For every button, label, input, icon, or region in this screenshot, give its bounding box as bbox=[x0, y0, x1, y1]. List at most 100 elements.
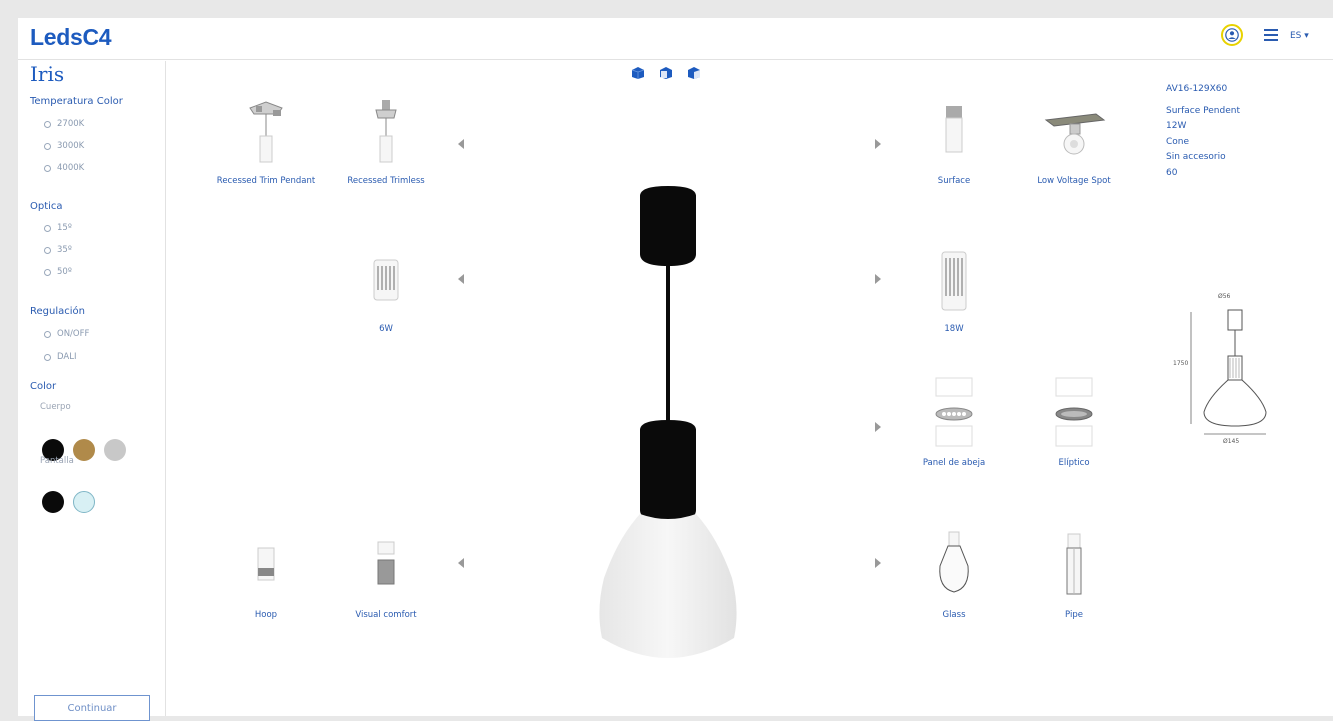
eliptico-image bbox=[1024, 374, 1124, 456]
panel-de-abeja-image bbox=[904, 374, 1004, 456]
header: LedsC4 ES ▾ bbox=[18, 18, 1333, 60]
option-label: 35º bbox=[57, 245, 72, 255]
radio-icon bbox=[44, 224, 51, 232]
user-icon[interactable] bbox=[1221, 24, 1243, 46]
low-voltage-spot-image bbox=[1024, 92, 1124, 174]
next-power-arrow[interactable] bbox=[875, 274, 881, 284]
option-low-voltage-spot[interactable]: Low Voltage Spot bbox=[1024, 92, 1124, 187]
option-surface[interactable]: Surface bbox=[904, 92, 1004, 187]
option-label: Low Voltage Spot bbox=[1037, 176, 1111, 186]
option-visual-comfort[interactable]: Visual comfort bbox=[336, 526, 436, 621]
radio-2700k[interactable]: 2700K bbox=[44, 119, 84, 129]
option-label: 4000K bbox=[57, 163, 85, 173]
option-label: 18W bbox=[944, 324, 964, 334]
option-label: ON/OFF bbox=[57, 329, 90, 339]
view-3d-icon[interactable] bbox=[630, 66, 646, 80]
spec-type: Surface Pendent bbox=[1166, 106, 1240, 116]
radio-15[interactable]: 15º bbox=[44, 223, 72, 233]
dim-height: 1750 bbox=[1173, 360, 1189, 367]
previous-shade-arrow[interactable] bbox=[458, 558, 464, 568]
option-label: 3000K bbox=[57, 141, 85, 151]
lamp-preview[interactable] bbox=[578, 178, 758, 678]
recessed-trimless-image bbox=[336, 92, 436, 174]
option-label: Glass bbox=[942, 610, 966, 620]
radio-35[interactable]: 35º bbox=[44, 245, 72, 255]
option-label: Recessed Trimless bbox=[347, 176, 425, 186]
option-label: Hoop bbox=[254, 610, 278, 620]
recessed-trim-pendant-image bbox=[216, 92, 316, 174]
radio-icon bbox=[44, 246, 51, 254]
swatch-pantalla-black[interactable] bbox=[42, 491, 64, 513]
option-label: 50º bbox=[57, 267, 72, 277]
option-hoop[interactable]: Hoop bbox=[216, 526, 316, 621]
configurator-window: LedsC4 ES ▾ Iris Temperatura Color 2700K… bbox=[18, 18, 1333, 721]
section-optica: Optica bbox=[30, 201, 63, 212]
radio-icon bbox=[44, 268, 51, 276]
swatch-pantalla-lightblue[interactable] bbox=[73, 491, 95, 513]
spec-code: AV16-129X60 bbox=[1166, 84, 1228, 94]
radio-icon bbox=[44, 142, 51, 150]
brand-logo[interactable]: LedsC4 bbox=[30, 24, 112, 51]
option-label: Panel de abeja bbox=[922, 458, 986, 468]
spec-optic: 60 bbox=[1166, 168, 1178, 178]
dim-bottom: Ø145 bbox=[1223, 438, 1240, 445]
section-temperatura: Temperatura Color bbox=[30, 96, 123, 107]
surface-image bbox=[904, 92, 1004, 174]
pipe-image bbox=[1024, 526, 1124, 608]
product-title: Iris bbox=[30, 62, 65, 86]
radio-4000k[interactable]: 4000K bbox=[44, 163, 84, 173]
glass-image bbox=[904, 526, 1004, 608]
radio-icon bbox=[44, 353, 51, 361]
option-label: 6W bbox=[379, 324, 393, 334]
option-label: DALI bbox=[57, 352, 77, 362]
option-pipe[interactable]: Pipe bbox=[1024, 526, 1124, 621]
next-shade-arrow[interactable] bbox=[875, 558, 881, 568]
next-mount-arrow[interactable] bbox=[875, 139, 881, 149]
option-glass[interactable]: Glass bbox=[904, 526, 1004, 621]
option-label: 15º bbox=[57, 223, 72, 233]
option-panel-de-abeja[interactable]: Panel de abeja bbox=[904, 374, 1004, 469]
radio-icon bbox=[44, 330, 51, 338]
radio-dali[interactable]: DALI bbox=[44, 352, 76, 362]
previous-mount-arrow[interactable] bbox=[458, 139, 464, 149]
spec-accessory: Sin accesorio bbox=[1166, 152, 1226, 162]
option-6w[interactable]: 6W bbox=[336, 240, 436, 335]
swatch-cuerpo-grey[interactable] bbox=[104, 439, 126, 461]
option-label: Surface bbox=[937, 176, 971, 186]
radio-3000k[interactable]: 3000K bbox=[44, 141, 84, 151]
spec-power: 12W bbox=[1166, 121, 1187, 131]
section-regulacion: Regulación bbox=[30, 306, 85, 317]
option-recessed-trim-pendant[interactable]: Recessed Trim Pendant bbox=[216, 92, 316, 187]
radio-icon bbox=[44, 164, 51, 172]
language-selector[interactable]: ES ▾ bbox=[1290, 31, 1309, 41]
option-18w[interactable]: 18W bbox=[904, 240, 1004, 335]
radio-icon bbox=[44, 120, 51, 128]
swatch-cuerpo-gold[interactable] bbox=[73, 439, 95, 461]
menu-icon[interactable] bbox=[1264, 29, 1278, 41]
next-accessory-arrow[interactable] bbox=[875, 422, 881, 432]
18w-image bbox=[904, 240, 1004, 322]
option-recessed-trimless[interactable]: Recessed Trimless bbox=[336, 92, 436, 187]
view-front-icon[interactable] bbox=[658, 66, 674, 80]
option-label: Elíptico bbox=[1058, 458, 1090, 468]
view-mode-buttons bbox=[630, 66, 702, 80]
dim-top: Ø56 bbox=[1218, 293, 1231, 300]
cuerpo-label: Cuerpo bbox=[40, 402, 71, 412]
previous-power-arrow[interactable] bbox=[458, 274, 464, 284]
hoop-image bbox=[216, 526, 316, 608]
radio-onoff[interactable]: ON/OFF bbox=[44, 329, 89, 339]
radio-50[interactable]: 50º bbox=[44, 267, 72, 277]
option-label: 2700K bbox=[57, 119, 85, 129]
spec-shade: Cone bbox=[1166, 137, 1190, 147]
option-label: Recessed Trim Pendant bbox=[216, 176, 316, 186]
6w-image bbox=[336, 240, 436, 322]
option-eliptico[interactable]: Elíptico bbox=[1024, 374, 1124, 469]
option-label: Pipe bbox=[1065, 610, 1083, 620]
continue-button[interactable]: Continuar bbox=[34, 695, 150, 721]
options-sidebar: Iris Temperatura Color 2700K 3000K 4000K… bbox=[18, 61, 166, 721]
visual-comfort-image bbox=[336, 526, 436, 608]
section-color: Color bbox=[30, 381, 57, 392]
view-side-icon[interactable] bbox=[686, 66, 702, 80]
pantalla-label: Pantalla bbox=[40, 456, 74, 466]
option-label: Visual comfort bbox=[355, 610, 417, 620]
